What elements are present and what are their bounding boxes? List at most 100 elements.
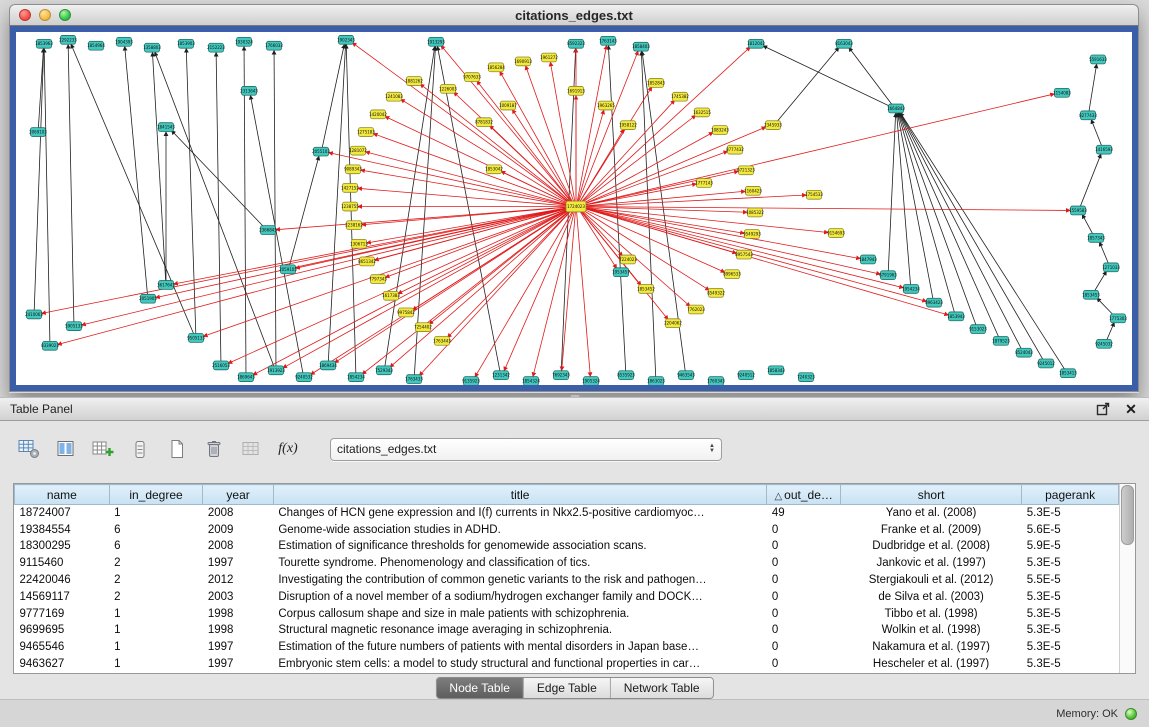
graph-node[interactable]: 1854234: [347, 373, 365, 382]
graph-node[interactable]: 1856284: [487, 63, 505, 72]
graph-node[interactable]: 1281072: [349, 146, 367, 155]
graph-node[interactable]: 1853413: [1059, 369, 1077, 378]
graph-node[interactable]: 2313643: [240, 86, 258, 95]
graph-node[interactable]: 1841543: [157, 123, 175, 132]
graph-node[interactable]: 2366843: [259, 226, 277, 235]
graph-node[interactable]: 9245012: [1037, 359, 1055, 368]
graph-node[interactable]: 1724023: [566, 201, 586, 212]
graph-node[interactable]: 1904393: [115, 37, 133, 46]
graph-edge[interactable]: [579, 209, 617, 268]
graph-edge[interactable]: [186, 49, 196, 335]
graph-node[interactable]: 5905133: [65, 322, 83, 331]
graph-edge[interactable]: [477, 81, 573, 204]
graph-edge[interactable]: [352, 43, 572, 205]
graph-node[interactable]: 2516053: [212, 361, 230, 370]
graph-node[interactable]: 1958122: [619, 121, 637, 130]
graph-node[interactable]: 1083243: [711, 126, 729, 135]
column-header-out_de[interactable]: △out_de…: [767, 485, 841, 505]
minimize-window-button[interactable]: [39, 9, 51, 21]
graph-edge[interactable]: [289, 156, 319, 266]
graph-edge[interactable]: [1097, 298, 1114, 316]
network-canvas[interactable]: 1724023188126212410831420042127518312810…: [16, 32, 1132, 385]
graph-edge[interactable]: [250, 96, 303, 374]
graph-node[interactable]: 1009187: [499, 101, 517, 110]
graph-edge[interactable]: [244, 47, 246, 374]
graph-edge[interactable]: [441, 46, 573, 204]
table-row[interactable]: 1456911722003Disruption of a novel membe…: [15, 588, 1119, 605]
graph-node[interactable]: 1953457: [612, 268, 630, 277]
graph-edge[interactable]: [274, 51, 276, 367]
graph-node[interactable]: 1847943: [859, 255, 877, 264]
graph-edge[interactable]: [125, 47, 148, 296]
graph-node[interactable]: 1853042: [485, 165, 503, 174]
graph-node[interactable]: 7762023: [687, 305, 705, 314]
graph-edge[interactable]: [581, 207, 926, 301]
graph-edge[interactable]: [374, 134, 572, 206]
graph-node[interactable]: 8996533: [723, 270, 741, 279]
graph-node[interactable]: 1853452: [637, 284, 655, 293]
graph-edge[interactable]: [581, 195, 806, 206]
graph-node[interactable]: 3617643: [157, 281, 175, 290]
graph-node[interactable]: 1879523: [992, 336, 1010, 345]
graph-edge[interactable]: [71, 44, 194, 334]
graph-node[interactable]: 1853963: [35, 39, 53, 48]
graph-edge[interactable]: [899, 113, 977, 326]
graph-node[interactable]: 2055103: [312, 147, 330, 156]
graph-edge[interactable]: [581, 207, 1070, 211]
graph-edge[interactable]: [156, 207, 571, 297]
graph-edge[interactable]: [581, 208, 725, 272]
graph-node[interactable]: 1854964: [87, 41, 105, 50]
table-row[interactable]: 946362711997Embryonic stem cells: a mode…: [15, 656, 1119, 673]
graph-edge[interactable]: [82, 207, 571, 325]
graph-edge[interactable]: [580, 208, 709, 290]
graph-node[interactable]: 8277433: [1079, 111, 1097, 120]
graph-edge[interactable]: [581, 127, 766, 205]
graph-node[interactable]: 1745382: [671, 92, 689, 101]
vertical-scrollbar[interactable]: [1119, 484, 1135, 673]
graph-node[interactable]: 9240532: [295, 373, 313, 382]
graph-edge[interactable]: [581, 207, 860, 258]
graph-edge[interactable]: [888, 113, 895, 271]
graph-edge[interactable]: [900, 113, 1044, 361]
table-scroll-area[interactable]: namein_degreeyeartitle△out_de…shortpager…: [14, 484, 1119, 673]
graph-node[interactable]: 1913293: [427, 37, 445, 46]
graph-edge[interactable]: [1100, 242, 1109, 264]
graph-edge[interactable]: [776, 47, 839, 122]
graph-node[interactable]: 1905324: [582, 377, 600, 385]
graph-node[interactable]: 9505133: [187, 334, 205, 343]
graph-node[interactable]: 1427152: [341, 183, 359, 192]
graph-node[interactable]: 1231342: [492, 371, 510, 380]
zoom-window-button[interactable]: [59, 9, 71, 21]
graph-node[interactable]: 1853453: [1082, 290, 1100, 299]
graph-node[interactable]: 8777432: [726, 145, 744, 154]
graph-node[interactable]: 9154693: [827, 229, 845, 238]
graph-edge[interactable]: [580, 115, 696, 204]
graph-node[interactable]: 1664843: [887, 104, 905, 113]
graph-node[interactable]: 1777143: [695, 179, 713, 188]
table-row[interactable]: 1872400712008Changes of HCN gene express…: [15, 505, 1119, 522]
graph-node[interactable]: 1963265: [597, 101, 615, 110]
graph-node[interactable]: 1160423: [744, 186, 762, 195]
graph-node[interactable]: 8535923: [617, 371, 635, 380]
graph-edge[interactable]: [579, 129, 624, 203]
graph-node[interactable]: 8963423: [925, 298, 943, 307]
table-row[interactable]: 977716911998Corpus callosum shape and si…: [15, 605, 1119, 622]
tab-edge-table[interactable]: Edge Table: [523, 678, 610, 698]
graph-node[interactable]: 1930324: [235, 37, 253, 46]
table-row[interactable]: 946554611997Estimation of the future num…: [15, 639, 1119, 656]
graph-node[interactable]: 1869434: [319, 361, 337, 370]
graph-node[interactable]: 1857343: [1087, 234, 1105, 243]
graph-node[interactable]: 8781832: [475, 118, 493, 127]
graph-node[interactable]: 1852843: [647, 79, 665, 88]
graph-node[interactable]: 2069103: [29, 128, 47, 137]
graph-node[interactable]: 9245032: [1095, 339, 1113, 348]
graph-node[interactable]: 1775303: [1109, 314, 1127, 323]
show-columns-button[interactable]: [53, 436, 79, 462]
graph-edge[interactable]: [1080, 154, 1101, 207]
graph-node[interactable]: 5591633: [1089, 55, 1107, 64]
graph-node[interactable]: 8549322: [707, 288, 725, 297]
table-mode-button[interactable]: [16, 436, 42, 462]
graph-node[interactable]: 7797343: [369, 275, 387, 284]
column-header-name[interactable]: name: [15, 485, 110, 505]
graph-edge[interactable]: [329, 153, 571, 206]
